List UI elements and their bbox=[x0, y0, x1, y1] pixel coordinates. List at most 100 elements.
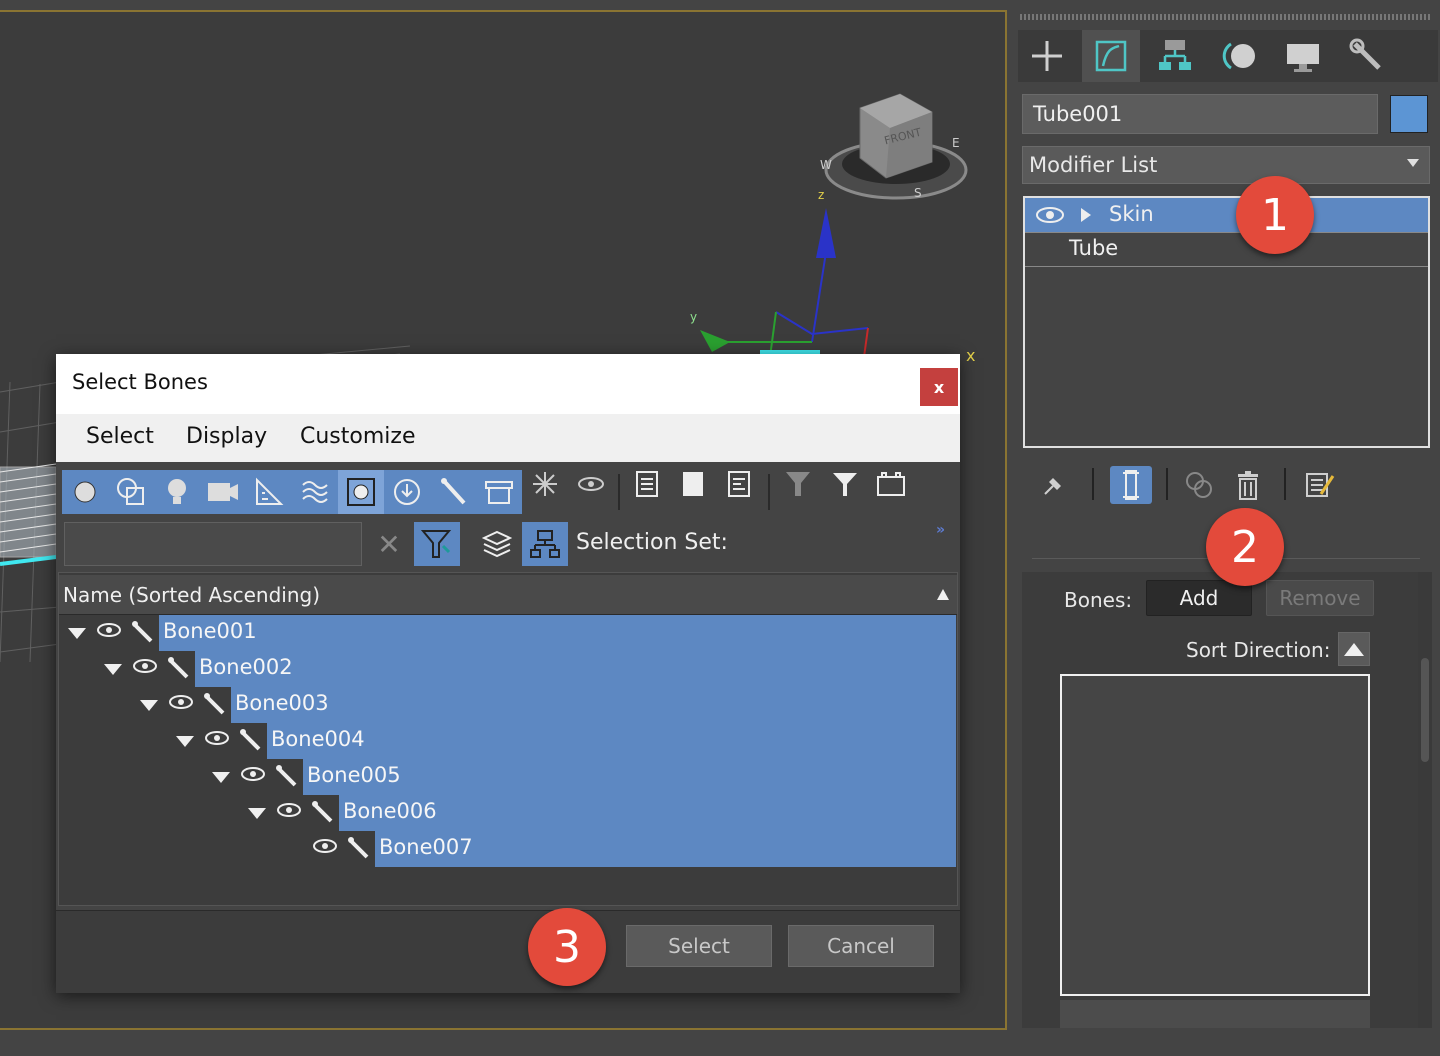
eye-icon[interactable] bbox=[275, 801, 303, 823]
tree-row[interactable]: Bone007 bbox=[375, 831, 956, 867]
layers-button[interactable] bbox=[474, 522, 520, 566]
tree-row[interactable]: Bone004 bbox=[267, 723, 956, 759]
expand-triangle-icon[interactable] bbox=[139, 697, 159, 716]
dialog-titlebar[interactable]: Select Bones x bbox=[56, 354, 960, 414]
bone-icon bbox=[201, 691, 227, 721]
sort-ascending-icon bbox=[937, 589, 949, 600]
tree-row[interactable]: Bone001 bbox=[159, 615, 956, 651]
expand-triangle-icon[interactable] bbox=[211, 769, 231, 788]
filter-button[interactable] bbox=[822, 462, 868, 506]
select-none-button[interactable] bbox=[670, 462, 716, 506]
remove-modifier-button[interactable] bbox=[1230, 466, 1266, 504]
shapes-filter[interactable] bbox=[108, 470, 154, 514]
filter-settings-button[interactable] bbox=[776, 462, 822, 506]
xref-icon bbox=[394, 479, 420, 505]
snowflake-icon bbox=[533, 472, 557, 496]
add-bones-button[interactable]: Add bbox=[1146, 580, 1252, 616]
display-tab[interactable] bbox=[1274, 30, 1332, 82]
eye-icon[interactable] bbox=[95, 621, 123, 643]
modifier-stack: Skin Tube bbox=[1023, 196, 1430, 448]
hierarchy-view-button[interactable] bbox=[522, 522, 568, 566]
tree-row[interactable]: Bone006 bbox=[339, 795, 956, 831]
eye-icon[interactable] bbox=[1035, 206, 1065, 224]
compass-s-label: S bbox=[914, 186, 922, 200]
bone-icon bbox=[129, 619, 155, 649]
eye-icon[interactable] bbox=[131, 657, 159, 679]
eye-icon[interactable] bbox=[203, 729, 231, 751]
object-name-field[interactable]: Tube001 bbox=[1022, 94, 1378, 134]
create-tab[interactable] bbox=[1018, 30, 1076, 82]
select-bones-dialog: Select Bones x Select Display Customize bbox=[56, 354, 960, 993]
callout-2: 2 bbox=[1206, 508, 1284, 586]
make-unique-button[interactable] bbox=[1182, 466, 1218, 504]
hidden-filter[interactable] bbox=[568, 462, 614, 506]
sort-direction-button[interactable] bbox=[1338, 632, 1370, 666]
expand-triangle-icon[interactable] bbox=[103, 661, 123, 680]
pin-stack-button[interactable] bbox=[1036, 466, 1072, 504]
eye-icon[interactable] bbox=[311, 837, 339, 859]
select-button[interactable]: Select bbox=[626, 925, 772, 967]
motion-tab[interactable] bbox=[1210, 30, 1268, 82]
menu-select[interactable]: Select bbox=[86, 424, 154, 449]
stack-item-tube[interactable]: Tube bbox=[1025, 234, 1428, 268]
xrefs-filter[interactable] bbox=[384, 470, 430, 514]
create-icon bbox=[1032, 41, 1062, 71]
modify-tab[interactable] bbox=[1082, 30, 1140, 82]
modifier-list-dropdown[interactable]: Modifier List bbox=[1022, 146, 1430, 184]
bones-label: Bones: bbox=[1064, 588, 1133, 612]
select-invert-button[interactable] bbox=[716, 462, 762, 506]
tree-row[interactable]: Bone005 bbox=[303, 759, 956, 795]
name-column-header[interactable]: Name (Sorted Ascending) bbox=[59, 575, 957, 615]
funnel-icon bbox=[833, 473, 857, 496]
expand-triangle-icon[interactable] bbox=[175, 733, 195, 752]
menu-customize[interactable]: Customize bbox=[300, 424, 415, 449]
close-button[interactable]: x bbox=[920, 368, 958, 406]
command-panel-scrollbar[interactable] bbox=[1418, 572, 1432, 1028]
clear-search-icon[interactable]: ✕ bbox=[370, 522, 408, 566]
select-invert-icon bbox=[728, 471, 750, 497]
frozen-filter[interactable] bbox=[522, 462, 568, 506]
configure-sets-button[interactable] bbox=[1302, 466, 1338, 504]
containers-filter[interactable] bbox=[476, 470, 522, 514]
bone-icon bbox=[237, 727, 263, 757]
find-filter-button[interactable] bbox=[414, 522, 460, 566]
bones-list[interactable] bbox=[1060, 674, 1370, 996]
show-end-result-button[interactable] bbox=[1110, 466, 1152, 504]
eye-icon[interactable] bbox=[167, 693, 195, 715]
remove-bones-button[interactable]: Remove bbox=[1266, 580, 1374, 616]
bone-name: Bone002 bbox=[199, 655, 293, 679]
search-input[interactable] bbox=[64, 522, 362, 566]
tree-row-controls bbox=[103, 651, 197, 687]
eye-icon[interactable] bbox=[239, 765, 267, 787]
panel-grip[interactable] bbox=[1020, 14, 1430, 20]
expand-arrow-icon[interactable] bbox=[1079, 207, 1093, 223]
geometry-filter[interactable] bbox=[62, 470, 108, 514]
bones-filter[interactable] bbox=[430, 470, 476, 514]
cancel-button[interactable]: Cancel bbox=[788, 925, 934, 967]
spacewarps-filter[interactable] bbox=[292, 470, 338, 514]
more-icon[interactable]: » bbox=[936, 522, 945, 538]
motion-icon bbox=[1222, 42, 1255, 70]
tree-row[interactable]: Bone002 bbox=[195, 651, 956, 687]
tree-row[interactable]: Bone003 bbox=[231, 687, 956, 723]
utilities-tab[interactable] bbox=[1338, 30, 1396, 82]
expand-triangle-icon[interactable] bbox=[247, 805, 267, 824]
groups-filter[interactable] bbox=[338, 470, 384, 514]
cameras-filter[interactable] bbox=[200, 470, 246, 514]
stack-item-skin[interactable]: Skin bbox=[1025, 198, 1428, 232]
modify-icon bbox=[1095, 40, 1127, 72]
menu-display[interactable]: Display bbox=[186, 424, 267, 449]
camera-icon bbox=[208, 483, 238, 501]
hierarchy-tab[interactable] bbox=[1146, 30, 1204, 82]
helpers-filter[interactable] bbox=[246, 470, 292, 514]
lights-filter[interactable] bbox=[154, 470, 200, 514]
configure-sets-icon bbox=[1306, 473, 1335, 497]
selection-set-label: Selection Set: bbox=[576, 530, 728, 555]
object-color-swatch[interactable] bbox=[1390, 95, 1428, 133]
bone-icon bbox=[309, 799, 335, 829]
scrollbar-thumb[interactable] bbox=[1421, 658, 1429, 762]
show-end-result-icon bbox=[1123, 470, 1139, 500]
expand-triangle-icon[interactable] bbox=[67, 625, 87, 644]
filter-containers-button[interactable] bbox=[868, 462, 914, 506]
select-all-button[interactable] bbox=[624, 462, 670, 506]
